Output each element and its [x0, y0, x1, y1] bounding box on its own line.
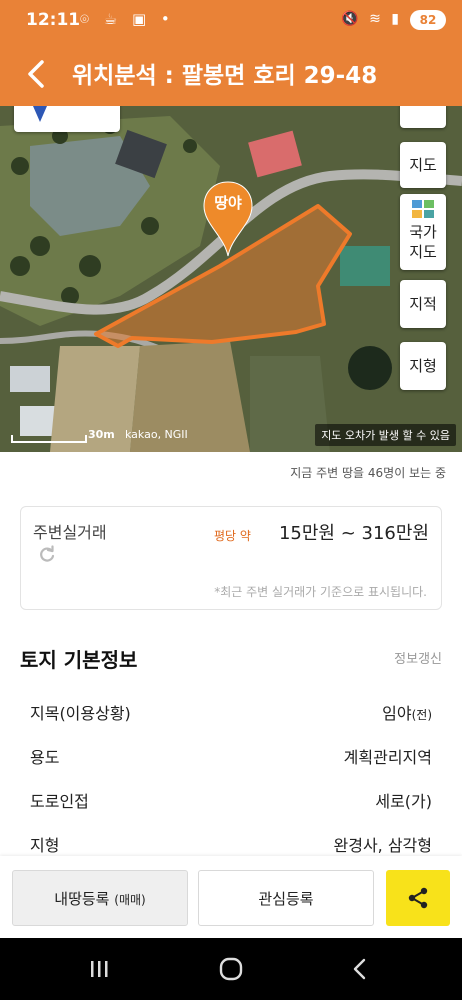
- cadastral-button[interactable]: 지적: [400, 280, 446, 328]
- app-header: 12:11 ⌾ ☕ ▣ • 🔇 ≋ ▮ 82 위치분석 : 팔봉면 호리 29-…: [0, 0, 462, 106]
- back-button[interactable]: [22, 56, 54, 92]
- chevron-left-icon: [28, 60, 44, 88]
- info-row: 용도 계획관리지역: [30, 744, 432, 774]
- national-map-button[interactable]: 국가 지도: [400, 194, 446, 270]
- satellite-map[interactable]: 지도 국가 지도 지적 지형 땅야 30m kakao, NGII 지도 오차가…: [0, 106, 462, 452]
- info-row: 도로인접 세로(가): [30, 788, 432, 818]
- price-range: 15만원 ~ 316만원: [278, 523, 429, 544]
- map-error-notice: 지도 오차가 발생 할 수 있음: [315, 424, 456, 446]
- bottom-action-bar: 내땅등록 (매매) 관심등록: [0, 856, 462, 938]
- refresh-icon[interactable]: [37, 545, 57, 565]
- share-button[interactable]: [386, 870, 450, 926]
- terrain-button[interactable]: 지형: [400, 342, 446, 390]
- page-title: 위치분석 : 팔봉면 호리 29-48: [72, 63, 378, 89]
- signal-icons: 🔇 ≋ ▮: [341, 11, 402, 27]
- back-nav-icon[interactable]: [348, 956, 374, 982]
- land-marker-label: 땅야: [214, 194, 242, 212]
- national-map-label-2: 지도: [409, 243, 437, 261]
- nearby-transactions-title: 주변실거래: [33, 523, 107, 542]
- info-value: 계획관리지역: [343, 748, 432, 767]
- info-label: 지형: [30, 836, 60, 855]
- notification-icons: ⌾ ☕ ▣ •: [80, 10, 175, 28]
- battery-icon: 82: [410, 10, 446, 30]
- price-prefix: 평당 약: [214, 529, 251, 543]
- map-type-button[interactable]: 지도: [400, 142, 446, 188]
- scale-bar: [11, 435, 87, 443]
- info-label: 용도: [30, 748, 60, 767]
- info-refresh-link[interactable]: 정보갱신: [394, 648, 442, 667]
- national-map-icon: [412, 200, 434, 218]
- satellite-imagery: [0, 106, 462, 452]
- land-marker[interactable]: 땅야: [202, 180, 254, 260]
- info-value: 세로(가): [375, 792, 432, 811]
- status-time: 12:11: [26, 10, 81, 30]
- national-map-label-1: 국가: [409, 223, 437, 241]
- location-marker-icon: [33, 106, 47, 122]
- info-row: 지목(이용상황) 임야(전): [30, 700, 432, 730]
- map-control-top[interactable]: [400, 106, 446, 128]
- system-nav-bar: [0, 938, 462, 1000]
- status-bar: 12:11 ⌾ ☕ ▣ • 🔇 ≋ ▮ 82: [0, 0, 462, 40]
- nearby-transactions-card: 주변실거래 평당 약 15만원 ~ 316만원 *최근 주변 실거래가 기준으로…: [20, 506, 442, 610]
- map-attribution: kakao, NGII: [125, 428, 188, 441]
- home-icon[interactable]: [218, 956, 244, 982]
- info-value: 임야(전): [382, 704, 432, 723]
- recent-apps-icon[interactable]: [86, 956, 112, 982]
- viewer-count-note: 지금 주변 땅을 46명이 보는 중: [290, 466, 446, 480]
- info-label: 도로인접: [30, 792, 89, 811]
- map-tag-box[interactable]: [14, 106, 120, 132]
- favorite-button[interactable]: 관심등록: [198, 870, 374, 926]
- register-land-button[interactable]: 내땅등록 (매매): [12, 870, 188, 926]
- section-title: 토지 기본정보: [20, 648, 138, 672]
- scale-label: 30m: [88, 428, 115, 441]
- transactions-footnote: *최근 주변 실거래가 기준으로 표시됩니다.: [214, 585, 427, 599]
- share-icon: [408, 887, 428, 909]
- info-label: 지목(이용상황): [30, 704, 131, 723]
- info-value: 완경사, 삼각형: [333, 836, 433, 855]
